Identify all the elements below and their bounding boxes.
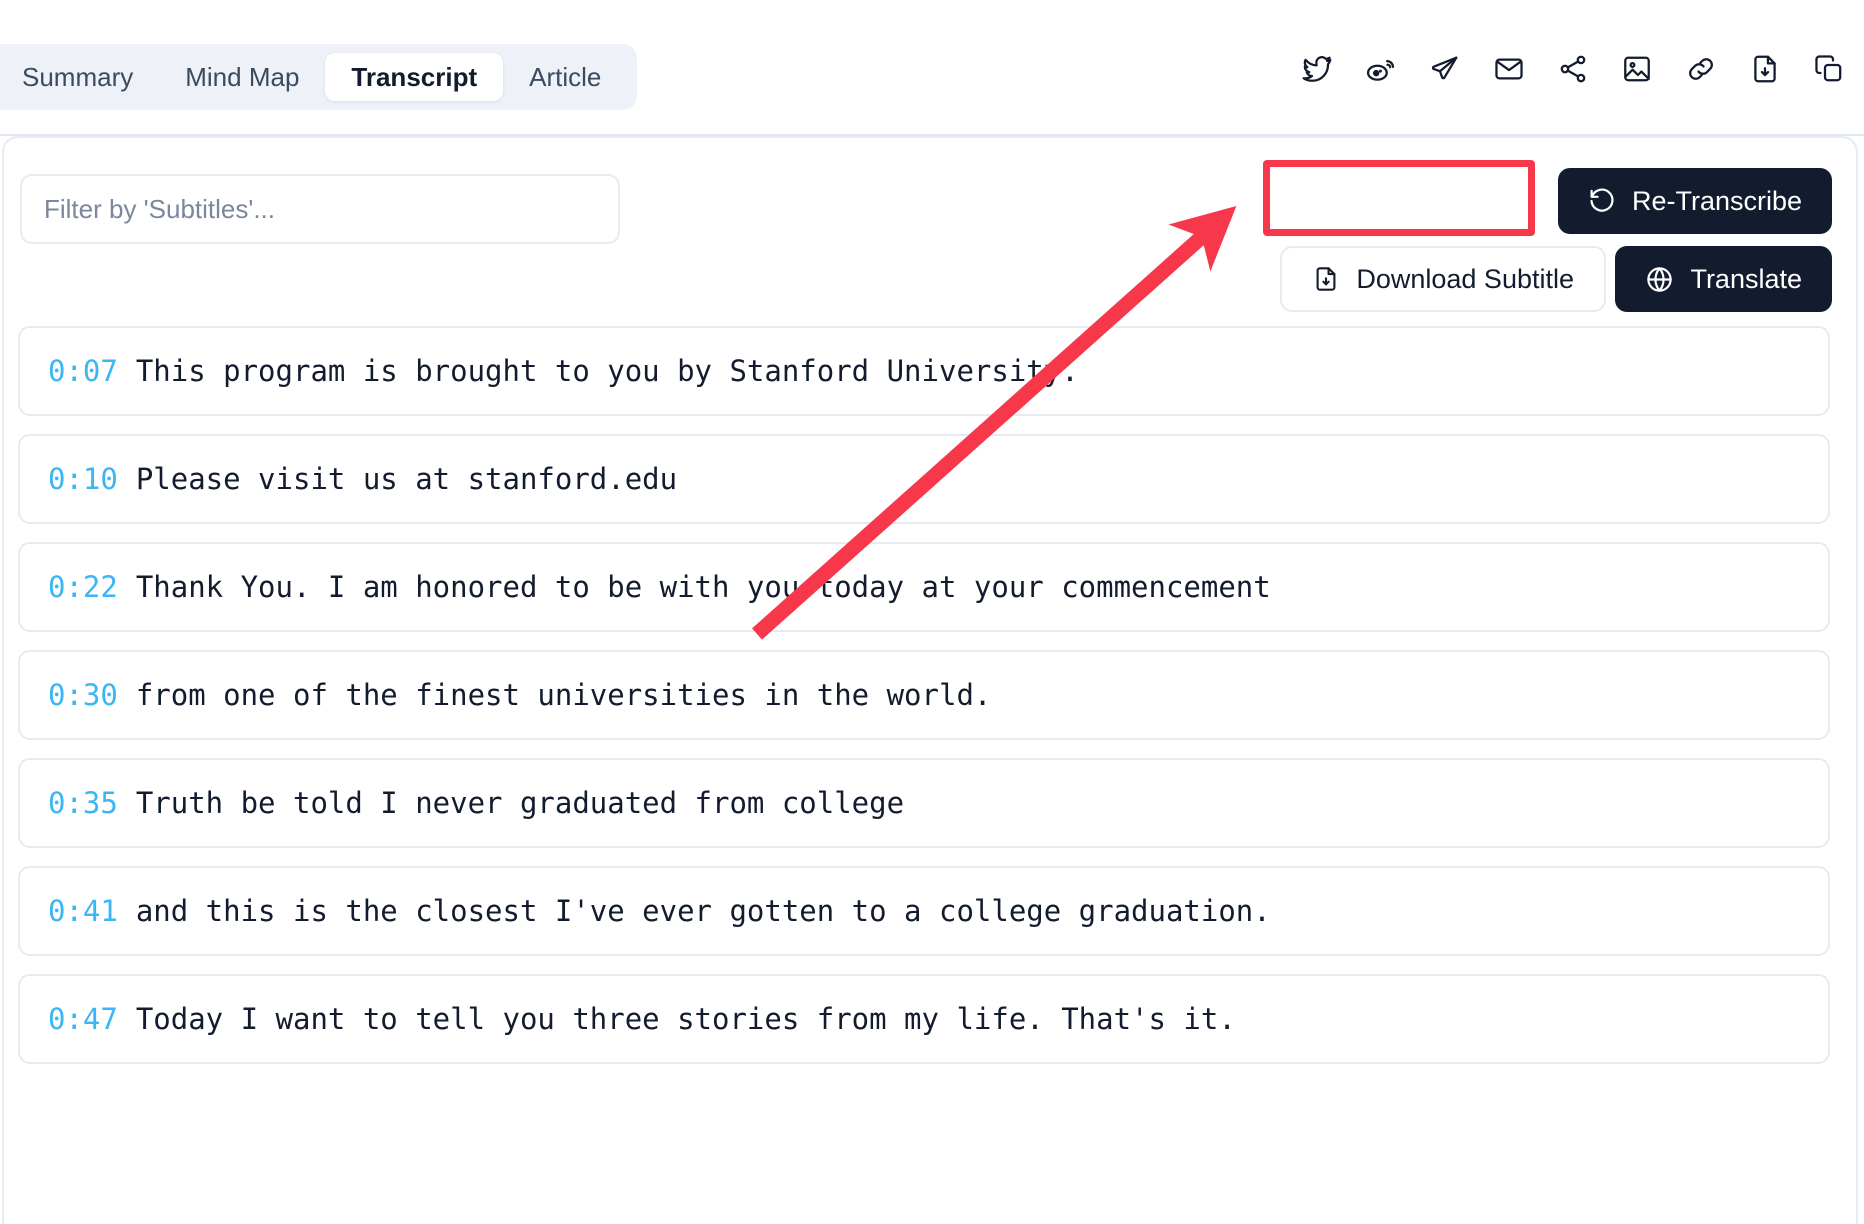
tab-mind-map[interactable]: Mind Map xyxy=(159,53,325,101)
transcript-row[interactable]: 0:35 Truth be told I never graduated fro… xyxy=(18,758,1830,848)
file-download-icon[interactable] xyxy=(1748,52,1782,86)
tab-bar: Summary Mind Map Transcript Article xyxy=(0,44,638,110)
cue-text: from one of the finest universities in t… xyxy=(135,678,992,712)
transcript-row[interactable]: 0:10 Please visit us at stanford.edu xyxy=(18,434,1830,524)
cue-timestamp[interactable]: 0:10 xyxy=(48,462,118,496)
transcript-row[interactable]: 0:30 from one of the finest universities… xyxy=(18,650,1830,740)
cue-timestamp[interactable]: 0:41 xyxy=(48,894,118,928)
cue-timestamp[interactable]: 0:07 xyxy=(48,354,118,388)
cue-timestamp[interactable]: 0:22 xyxy=(48,570,118,604)
cue-timestamp[interactable]: 0:30 xyxy=(48,678,118,712)
twitter-icon[interactable] xyxy=(1300,52,1334,86)
tab-transcript[interactable]: Transcript xyxy=(325,53,504,101)
telegram-send-icon[interactable] xyxy=(1428,52,1462,86)
cue-text: and this is the closest I've ever gotten… xyxy=(135,894,1271,928)
file-download-icon xyxy=(1312,265,1340,293)
rotate-ccw-icon xyxy=(1588,187,1616,215)
cue-text: Truth be told I never graduated from col… xyxy=(135,786,905,820)
translate-button[interactable]: Translate xyxy=(1615,246,1832,312)
cue-text: Thank You. I am honored to be with you t… xyxy=(135,570,1271,604)
download-subtitle-label: Download Subtitle xyxy=(1356,263,1574,294)
app-root: Summary Mind Map Transcript Article Filt… xyxy=(0,0,1864,1224)
cue-timestamp[interactable]: 0:35 xyxy=(48,786,118,820)
transcript-list: 0:07 This program is brought to you by S… xyxy=(18,326,1830,1064)
transcript-row[interactable]: 0:22 Thank You. I am honored to be with … xyxy=(18,542,1830,632)
cue-text: Please visit us at stanford.edu xyxy=(135,462,678,496)
link-icon[interactable] xyxy=(1684,52,1718,86)
translate-label: Translate xyxy=(1690,263,1802,294)
weibo-icon[interactable] xyxy=(1364,52,1398,86)
transcript-panel: Re-Transcribe Download Subtitle xyxy=(2,136,1858,1224)
transcript-row[interactable]: 0:41 and this is the closest I've ever g… xyxy=(18,866,1830,956)
tab-article[interactable]: Article xyxy=(503,53,627,101)
globe-icon xyxy=(1645,265,1674,294)
search-input[interactable] xyxy=(20,174,620,244)
share-nodes-icon[interactable] xyxy=(1556,52,1590,86)
cue-text: This program is brought to you by Stanfo… xyxy=(135,354,1079,388)
cue-text: Today I want to tell you three stories f… xyxy=(135,1002,1236,1036)
transcript-row[interactable]: 0:07 This program is brought to you by S… xyxy=(18,326,1830,416)
mail-icon[interactable] xyxy=(1492,52,1526,86)
copy-icon[interactable] xyxy=(1812,52,1846,86)
download-subtitle-button[interactable]: Download Subtitle xyxy=(1280,246,1606,312)
tab-summary[interactable]: Summary xyxy=(0,53,159,101)
re-transcribe-label: Re-Transcribe xyxy=(1631,185,1802,216)
transcript-row[interactable]: 0:47 Today I want to tell you three stor… xyxy=(18,974,1830,1064)
cue-timestamp[interactable]: 0:47 xyxy=(48,1002,118,1036)
image-icon[interactable] xyxy=(1620,52,1654,86)
share-toolbar xyxy=(1300,52,1846,86)
re-transcribe-button[interactable]: Re-Transcribe xyxy=(1557,168,1832,234)
